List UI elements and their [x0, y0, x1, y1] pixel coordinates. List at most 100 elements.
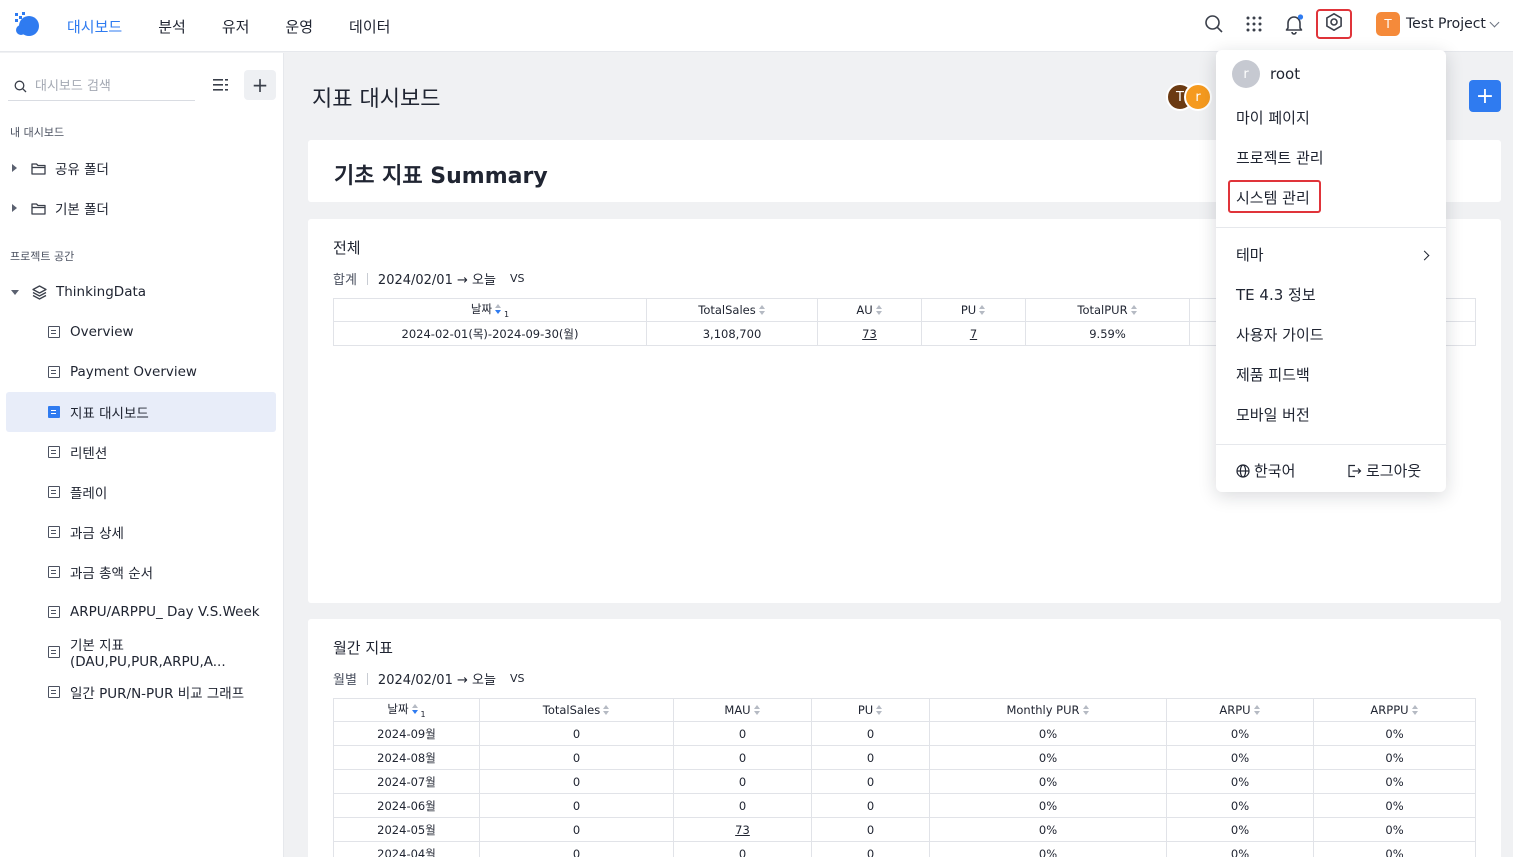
sidebar-item-label: 일간 PUR/N-PUR 비교 그래프 — [70, 686, 245, 702]
project-thinkingdata[interactable]: ThinkingData — [6, 272, 276, 312]
sidebar-item-basic-metrics[interactable]: 기본 지표(DAU,PU,PUR,ARPU,A... — [6, 632, 276, 672]
sort-icon — [979, 305, 986, 316]
table-cell: 0 — [673, 721, 812, 746]
sidebar-item-overview[interactable]: Overview — [6, 312, 276, 352]
table-cell: 0% — [1166, 769, 1314, 794]
search-icon[interactable] — [1202, 12, 1226, 36]
dashboard-doc-icon — [48, 646, 60, 658]
sidebar-item-metrics-dashboard[interactable]: 지표 대시보드 — [6, 392, 276, 432]
compare-vs-button[interactable]: VS — [510, 672, 525, 685]
sidebar-item-arpu-arppu[interactable]: ARPU/ARPPU_ Day V.S.Week — [6, 592, 276, 632]
page-title: 지표 대시보드 — [312, 87, 441, 112]
table-cell: 0% — [1313, 721, 1476, 746]
column-header[interactable]: ARPPU — [1313, 698, 1476, 722]
add-dashboard-button[interactable]: + — [244, 70, 276, 100]
my-dashboards-label: 내 대시보드 — [10, 126, 65, 139]
dashboard-doc-icon — [48, 606, 60, 618]
sort-icon — [876, 705, 883, 716]
project-switcher[interactable]: T Test Project — [1376, 12, 1500, 36]
column-header[interactable]: PU — [921, 298, 1026, 322]
table-row: 2024-08월 0 0 0 0% 0% 0% — [333, 745, 1476, 770]
table-cell: 0% — [1313, 745, 1476, 770]
compare-vs-button[interactable]: VS — [510, 272, 525, 285]
table-cell: 0% — [929, 841, 1167, 857]
sort-icon — [411, 704, 419, 715]
dashboard-doc-icon — [48, 486, 60, 498]
column-header[interactable]: PU — [811, 698, 930, 722]
column-header[interactable]: TotalPUR — [1025, 298, 1190, 322]
card-title: 월간 지표 — [333, 639, 393, 657]
caret-right-icon — [12, 204, 17, 212]
table-cell-link[interactable]: 7 — [921, 321, 1026, 346]
menu-theme[interactable]: 테마 — [1236, 244, 1264, 265]
column-header[interactable]: ARPU — [1166, 698, 1314, 722]
date-range[interactable]: 2024/02/01 → 오늘 — [378, 669, 496, 688]
project-space-label: 프로젝트 공간 — [10, 250, 75, 263]
language-button[interactable]: 한국어 — [1236, 460, 1295, 481]
table-cell: 0 — [479, 793, 674, 818]
summary-title: 기초 지표 Summary — [334, 164, 548, 189]
table-cell: 0% — [929, 769, 1167, 794]
sidebar-item-label: Payment Overview — [70, 364, 197, 380]
table-cell: 0 — [479, 817, 674, 842]
table-row: 2024-05월 0 73 0 0% 0% 0% — [333, 817, 1476, 842]
table-cell: 2024-04월 — [333, 841, 480, 857]
collaborator-avatars[interactable]: T r — [1166, 83, 1212, 111]
nav-data[interactable]: 데이터 — [349, 16, 390, 37]
add-report-button[interactable]: + — [1469, 80, 1501, 112]
menu-version-info[interactable]: TE 4.3 정보 — [1236, 284, 1316, 305]
table-cell: 0% — [1313, 817, 1476, 842]
table-cell: 0 — [811, 817, 930, 842]
menu-my-page[interactable]: 마이 페이지 — [1236, 107, 1310, 128]
list-view-button[interactable] — [207, 71, 235, 99]
dashboard-doc-icon — [48, 446, 60, 458]
nav-analysis[interactable]: 분석 — [158, 16, 186, 37]
sidebar-item-payment-detail[interactable]: 과금 상세 — [6, 512, 276, 552]
table-cell: 3,108,700 — [646, 321, 818, 346]
nav-users[interactable]: 유저 — [222, 16, 250, 37]
sidebar-item-payment-ranking[interactable]: 과금 총액 순서 — [6, 552, 276, 592]
dashboard-doc-icon — [48, 326, 60, 338]
table-cell: 0% — [929, 745, 1167, 770]
table-cell-link[interactable]: 73 — [673, 817, 812, 842]
bell-icon[interactable] — [1282, 12, 1306, 36]
sidebar-item-pur-compare[interactable]: 일간 PUR/N-PUR 비교 그래프 — [6, 672, 276, 712]
menu-system-management[interactable]: 시스템 관리 — [1236, 187, 1310, 208]
sidebar-item-play[interactable]: 플레이 — [6, 472, 276, 512]
column-header[interactable]: AU — [817, 298, 922, 322]
divider — [366, 672, 368, 685]
table-cell-link[interactable]: 73 — [817, 321, 922, 346]
menu-mobile-version[interactable]: 모바일 버전 — [1236, 404, 1310, 425]
logout-label: 로그아웃 — [1366, 462, 1422, 480]
column-header[interactable]: Monthly PUR — [929, 698, 1167, 722]
avatar: r — [1184, 83, 1212, 111]
language-label: 한국어 — [1254, 462, 1296, 480]
thinkingdata-logo-icon[interactable] — [12, 10, 42, 40]
column-header[interactable]: MAU — [673, 698, 812, 722]
nav-operations[interactable]: 운영 — [285, 16, 313, 37]
column-header[interactable]: 날짜 1 — [333, 698, 480, 722]
menu-product-feedback[interactable]: 제품 피드백 — [1236, 364, 1310, 385]
column-header[interactable]: 날짜 1 — [333, 298, 647, 322]
logout-button[interactable]: 로그아웃 — [1347, 460, 1421, 481]
menu-project-management[interactable]: 프로젝트 관리 — [1236, 147, 1324, 168]
dashboard-doc-icon — [48, 526, 60, 538]
menu-user-guide[interactable]: 사용자 가이드 — [1236, 324, 1324, 345]
folder-shared[interactable]: 공유 폴더 — [6, 148, 276, 188]
settings-button[interactable] — [1316, 9, 1352, 39]
table-cell: 0% — [1166, 817, 1314, 842]
nav-dashboard[interactable]: 대시보드 — [67, 16, 122, 37]
column-header[interactable]: TotalSales — [479, 698, 674, 722]
date-range[interactable]: 2024/02/01 → 오늘 — [378, 269, 496, 288]
column-header[interactable]: TotalSales — [646, 298, 818, 322]
dashboard-doc-icon — [48, 366, 60, 378]
folder-default[interactable]: 기본 폴더 — [6, 188, 276, 228]
folder-label: 기본 폴더 — [55, 202, 109, 218]
dashboard-search-input[interactable] — [35, 79, 185, 94]
dashboard-doc-icon — [48, 686, 60, 698]
apps-grid-icon[interactable] — [1242, 12, 1266, 36]
table-cell: 0 — [479, 841, 674, 857]
sidebar-item-payment-overview[interactable]: Payment Overview — [6, 352, 276, 392]
sidebar-item-retention[interactable]: 리텐션 — [6, 432, 276, 472]
aggregation-label: 월별 — [333, 673, 357, 688]
